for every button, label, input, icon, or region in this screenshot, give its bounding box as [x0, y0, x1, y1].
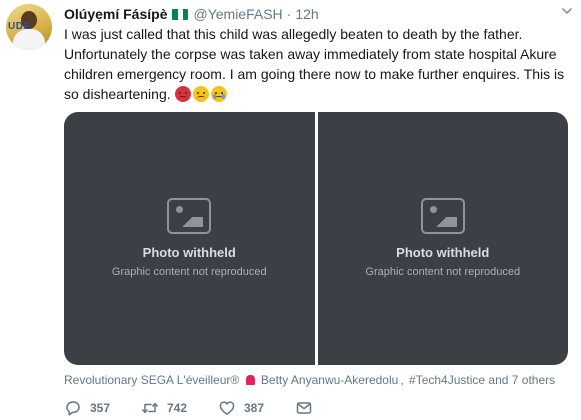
reply-count: 357 — [90, 401, 111, 415]
avatar-text: UDE — [8, 21, 31, 32]
separator-dot: · — [286, 6, 292, 22]
avatar-body — [13, 29, 45, 50]
siren-icon — [245, 375, 255, 385]
envelope-icon — [296, 402, 312, 414]
tweet-header: Olúyẹmí Fásípè @YemieFASH · 12h — [64, 5, 557, 23]
media-photo-1[interactable]: Photo withheld Graphic content not repro… — [64, 112, 315, 365]
like-button[interactable]: 387 — [218, 399, 295, 417]
tagged-others[interactable]: and 7 others — [488, 373, 555, 387]
direct-message-button[interactable] — [295, 399, 325, 417]
tagged-user-2[interactable]: Betty Anyanwu-Akeredolu — [261, 373, 398, 387]
tweet-text: I was just called that this child was al… — [64, 24, 574, 104]
tweet[interactable]: UDE Olúyẹmí Fásípè @YemieFASH · 12h I wa… — [0, 0, 581, 420]
tweet-timestamp[interactable]: 12h — [295, 5, 318, 23]
photo-placeholder-note: Graphic content not reproduced — [365, 265, 521, 278]
sad-face-icon — [192, 86, 209, 102]
like-count: 387 — [244, 401, 265, 415]
retweet-button[interactable]: 742 — [141, 399, 218, 417]
tweet-media: Photo withheld Graphic content not repro… — [64, 112, 568, 365]
tagged-users: Revolutionary SEGA L'éveilleur® Betty An… — [64, 373, 556, 387]
photo-placeholder-note: Graphic content not reproduced — [111, 265, 267, 278]
media-photo-2[interactable]: Photo withheld Graphic content not repro… — [317, 112, 568, 365]
photo-placeholder-label: Photo withheld — [142, 244, 236, 260]
avatar[interactable]: UDE — [6, 4, 52, 50]
tagged-user-3[interactable]: #Tech4Justice — [409, 373, 485, 387]
reply-button[interactable]: 357 — [64, 399, 141, 417]
author-handle[interactable]: @YemieFASH — [193, 5, 282, 23]
nigeria-flag-icon — [172, 8, 189, 20]
angry-face-icon — [174, 86, 191, 102]
crying-face-icon — [210, 86, 227, 102]
author-name[interactable]: Olúyẹmí Fásípè — [64, 5, 167, 23]
retweet-count: 742 — [167, 401, 188, 415]
retweet-icon — [142, 402, 158, 414]
tweet-body: I was just called that this child was al… — [64, 26, 565, 102]
chevron-down-icon[interactable] — [561, 5, 573, 17]
photo-placeholder-label: Photo withheld — [396, 244, 490, 260]
tweet-actions: 357 742 387 — [64, 398, 444, 418]
image-icon — [167, 197, 212, 234]
tagged-user-1[interactable]: Revolutionary SEGA L'éveilleur® — [64, 373, 239, 387]
image-icon — [420, 197, 465, 234]
heart-icon — [219, 401, 235, 415]
reply-icon — [66, 401, 80, 416]
